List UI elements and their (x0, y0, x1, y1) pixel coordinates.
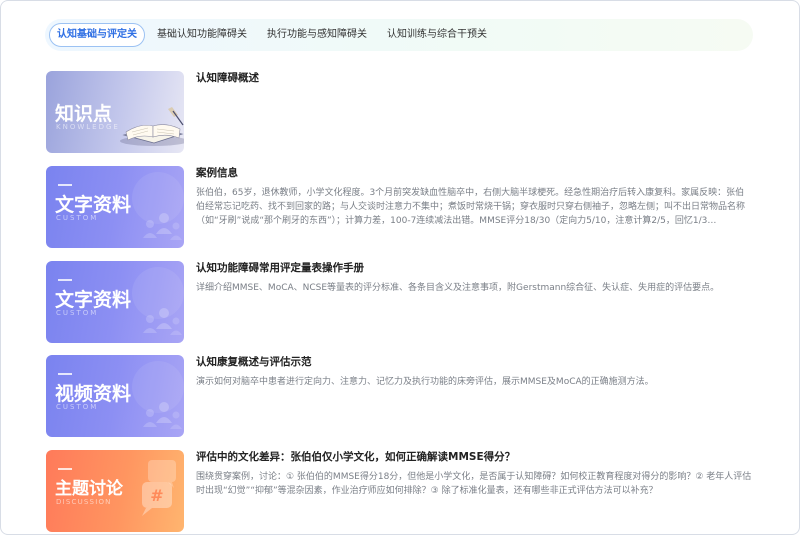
list-item[interactable]: 知识点 KNOWLEDGE 认知障碍概述 (46, 71, 756, 153)
thumbnail-subtitle: CUSTOM (56, 309, 99, 317)
item-info: 认知康复概述与评估示范 演示如何对脑卒中患者进行定向力、注意力、记忆力及执行功能… (196, 355, 752, 389)
item-description: 张伯伯，65岁，退休教师，小学文化程度。3个月前突发缺血性脑卒中，右侧大脑半球梗… (196, 188, 746, 226)
list-item[interactable]: 视频资料 CUSTOM 认知康复概述与评估示范 演示如何对脑卒中患者进行定向力、… (46, 355, 756, 437)
item-description: 围绕贯穿案例，讨论：① 张伯伯的MMSE得分18分，但他是小学文化，是否属于认知… (196, 472, 752, 496)
chapter-tab-bar: 认知基础与评定关 基础认知功能障碍关 执行功能与感知障碍关 认知训练与综合干预关 (45, 19, 753, 51)
item-title[interactable]: 评估中的文化差异：张伯伯仅小学文化，如何正确解读MMSE得分？ (196, 450, 752, 464)
item-title[interactable]: 案例信息 (196, 166, 752, 180)
item-info: 认知障碍概述 (196, 71, 752, 91)
list-item[interactable]: # 主题讨论 DISCUSSION 评估中的文化差异：张伯伯仅小学文化，如何正确… (46, 450, 756, 532)
knowledge-thumbnail[interactable]: 知识点 KNOWLEDGE (46, 71, 184, 153)
item-info: 评估中的文化差异：张伯伯仅小学文化，如何正确解读MMSE得分？ 围绕贯穿案例，讨… (196, 450, 752, 498)
discussion-thumbnail[interactable]: # 主题讨论 DISCUSSION (46, 450, 184, 532)
item-title[interactable]: 认知功能障碍常用评定量表操作手册 (196, 261, 752, 275)
document-thumbnail[interactable]: 文字资料 CUSTOM (46, 166, 184, 248)
item-description: 演示如何对脑卒中患者进行定向力、注意力、记忆力及执行功能的床旁评估，展示MMSE… (196, 377, 654, 387)
accent-line (58, 468, 72, 470)
list-item[interactable]: 文字资料 CUSTOM 案例信息 张伯伯，65岁，退休教师，小学文化程度。3个月… (46, 166, 756, 248)
tab-training-intervention[interactable]: 认知训练与综合干预关 (379, 23, 495, 47)
thumbnail-title: 文字资料 (55, 289, 132, 311)
item-title[interactable]: 认知障碍概述 (196, 71, 752, 85)
accent-line (58, 184, 72, 186)
list-item[interactable]: 文字资料 CUSTOM 认知功能障碍常用评定量表操作手册 详细介绍MMSE、Mo… (46, 261, 756, 343)
tab-basic-cognitive-disorders[interactable]: 基础认知功能障碍关 (149, 23, 255, 47)
thumbnail-title: 视频资料 (55, 383, 132, 405)
accent-line (58, 279, 72, 281)
tab-cognitive-basics[interactable]: 认知基础与评定关 (49, 23, 145, 47)
thumbnail-subtitle: CUSTOM (56, 214, 99, 222)
content-panel: 认知基础与评定关 基础认知功能障碍关 执行功能与感知障碍关 认知训练与综合干预关 (0, 0, 800, 535)
thumbnail-title: 知识点 (55, 103, 113, 125)
item-title[interactable]: 认知康复概述与评估示范 (196, 355, 752, 369)
thumbnail-subtitle: CUSTOM (56, 403, 99, 411)
thumbnail-subtitle: KNOWLEDGE (56, 123, 120, 131)
thumbnail-title: 文字资料 (55, 194, 132, 216)
item-info: 认知功能障碍常用评定量表操作手册 详细介绍MMSE、MoCA、NCSE等量表的评… (196, 261, 752, 295)
video-thumbnail[interactable]: 视频资料 CUSTOM (46, 355, 184, 437)
document-thumbnail[interactable]: 文字资料 CUSTOM (46, 261, 184, 343)
accent-line (58, 373, 72, 375)
item-info: 案例信息 张伯伯，65岁，退休教师，小学文化程度。3个月前突发缺血性脑卒中，右侧… (196, 166, 752, 228)
svg-text:#: # (150, 486, 163, 505)
item-description: 详细介绍MMSE、MoCA、NCSE等量表的评分标准、各条目含义及注意事项，附G… (196, 283, 720, 293)
thumbnail-title: 主题讨论 (55, 479, 123, 499)
thumbnail-subtitle: DISCUSSION (56, 498, 112, 506)
tab-executive-perceptual-disorders[interactable]: 执行功能与感知障碍关 (259, 23, 375, 47)
